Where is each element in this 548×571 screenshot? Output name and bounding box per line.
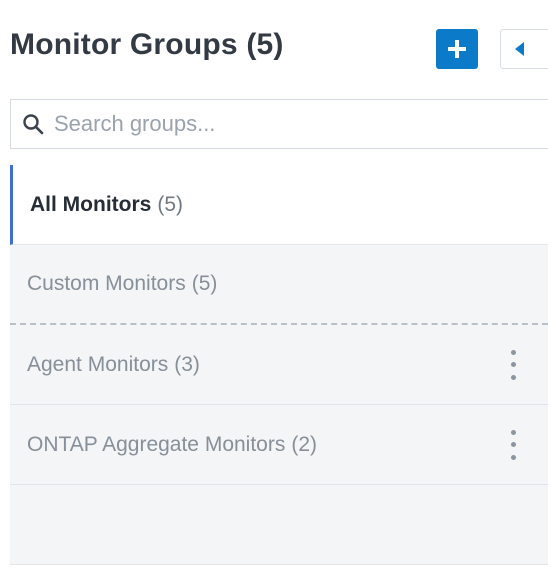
search-icon [22,113,44,135]
group-item-all-monitors[interactable]: All Monitors (5) [10,165,548,245]
group-name: ONTAP Aggregate Monitors [27,432,286,456]
title-count: (5) [246,28,284,61]
group-count: (3) [174,352,200,376]
collapse-panel-button[interactable] [500,29,548,69]
plus-icon [448,40,466,58]
group-count: (5) [191,272,218,295]
group-name: Agent Monitors [27,352,169,376]
group-list: All Monitors (5) Custom Monitors (5) Age… [10,165,548,565]
search-box [10,99,548,149]
group-count: (5) [157,192,183,216]
more-vertical-icon[interactable] [508,429,518,460]
monitor-groups-panel: Monitor Groups (5) All Monitors (5) [0,0,548,571]
group-item-agent-monitors[interactable]: Agent Monitors (3) [10,325,548,405]
title-text: Monitor Groups [10,28,238,61]
group-count: (2) [291,432,318,456]
page-title: Monitor Groups (5) [10,28,284,62]
panel-header: Monitor Groups (5) [0,0,548,96]
group-item-custom-monitors[interactable]: Custom Monitors (5) [10,245,548,325]
list-empty-area [10,485,548,565]
caret-left-icon [515,42,524,56]
group-item-ontap-aggregate-monitors[interactable]: ONTAP Aggregate Monitors (2) [10,405,548,485]
more-vertical-icon[interactable] [508,349,518,380]
group-name: Custom Monitors [27,272,186,295]
group-name: All Monitors [30,192,152,216]
add-group-button[interactable] [436,29,478,69]
search-input[interactable] [54,111,494,137]
